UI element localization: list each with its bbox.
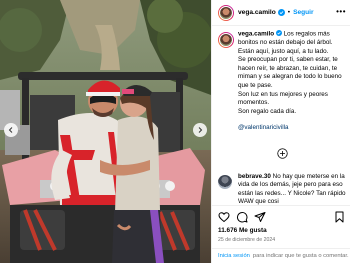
chevron-left-icon xyxy=(8,127,13,133)
caption-mention-link[interactable]: @valentinaricivilla xyxy=(238,124,348,133)
author-avatar[interactable] xyxy=(218,4,234,21)
instagram-post: vega.camilo • Seguir ••• vega.camilo Los… xyxy=(0,0,350,263)
commenter-username[interactable]: bebrave.30 xyxy=(238,173,271,180)
next-photo-button[interactable] xyxy=(193,123,207,137)
commenter-avatar[interactable] xyxy=(218,175,232,189)
author-username[interactable]: vega.camilo xyxy=(238,9,276,16)
caption-line: Se preocupan por ti, saben estar, te hac… xyxy=(238,56,342,90)
follow-button[interactable]: Seguir xyxy=(293,9,314,16)
post-sidebar: vega.camilo • Seguir ••• vega.camilo Los… xyxy=(211,0,350,263)
previous-photo-button[interactable] xyxy=(4,123,18,137)
separator-dot: • xyxy=(287,9,291,16)
verified-badge-icon xyxy=(275,30,282,36)
action-bar xyxy=(212,205,350,227)
more-options-button[interactable]: ••• xyxy=(336,8,346,16)
post-photo[interactable] xyxy=(0,0,211,263)
post-date[interactable]: 25 de diciembre de 2024 xyxy=(218,237,275,243)
bookmark-icon[interactable] xyxy=(334,211,345,223)
send-icon[interactable] xyxy=(254,211,266,223)
caption-line: Son regalo cada día. xyxy=(238,107,297,115)
caption-line: Son luz en tus mejores y peores momentos… xyxy=(238,90,328,107)
post-caption: vega.camilo Los regalos más bonitos no e… xyxy=(218,30,348,133)
login-prompt-text: para indicar que te gusta o comentar. xyxy=(252,253,349,259)
plus-circle-icon[interactable] xyxy=(277,148,288,159)
login-link[interactable]: Inicia sesión xyxy=(218,253,250,259)
chevron-right-icon xyxy=(198,127,203,133)
post-header: vega.camilo • Seguir ••• xyxy=(212,0,350,26)
verified-badge-icon xyxy=(277,9,285,16)
login-prompt: Inicia sesión para indicar que te gusta … xyxy=(212,248,350,263)
comment-icon[interactable] xyxy=(236,211,248,223)
comment-item: bebrave.30 No hay que meterse en la vida… xyxy=(218,173,348,207)
caption-author-avatar[interactable] xyxy=(218,32,234,48)
heart-icon[interactable] xyxy=(218,211,230,223)
couple-on-buggy-photo xyxy=(0,0,211,263)
likes-count[interactable]: 11.676 Me gusta xyxy=(218,227,267,234)
caption-username[interactable]: vega.camilo xyxy=(238,31,274,38)
